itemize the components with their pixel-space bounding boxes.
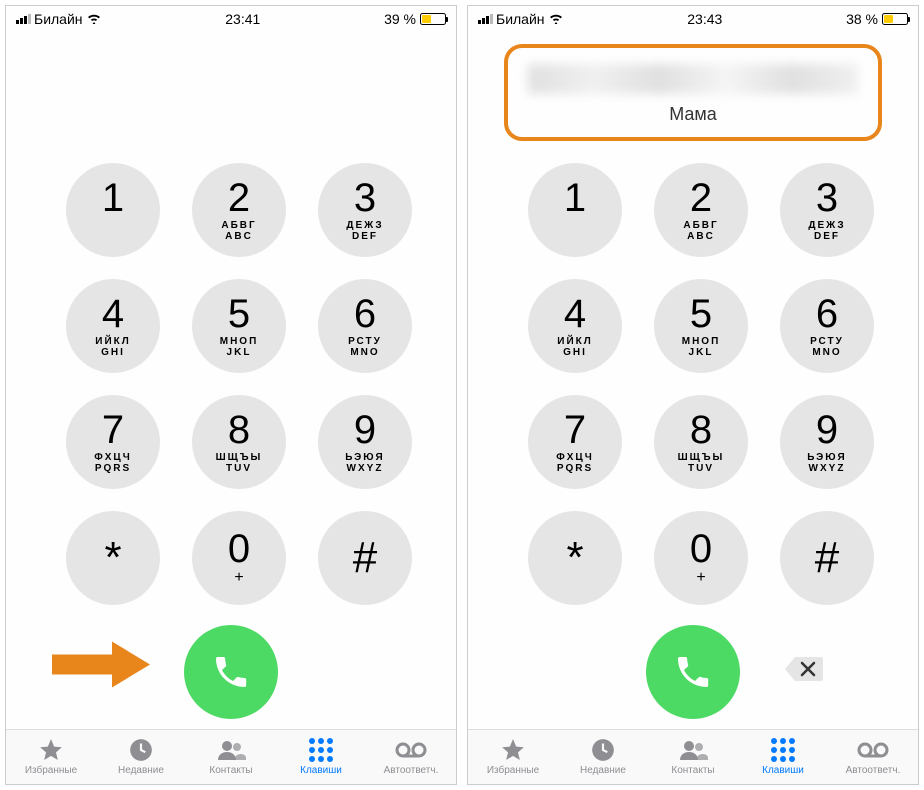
key-5[interactable]: 5МНОПJKL: [654, 279, 748, 373]
key-5[interactable]: 5МНОПJKL: [192, 279, 286, 373]
key-3[interactable]: 3ДЕЖЗDEF: [780, 163, 874, 257]
backspace-button[interactable]: [783, 655, 823, 688]
tab-favorites[interactable]: Избранные: [468, 730, 558, 784]
contacts-icon: [216, 737, 246, 763]
key-4[interactable]: 4ИЙКЛGHI: [66, 279, 160, 373]
key-7[interactable]: 7ФХЦЧPQRS: [66, 395, 160, 489]
key-star[interactable]: *: [528, 511, 622, 605]
key-2[interactable]: 2АБВГABC: [192, 163, 286, 257]
signal-icon: [16, 14, 31, 24]
key-8[interactable]: 8ШЩЪЫTUV: [192, 395, 286, 489]
tab-favorites[interactable]: Избранные: [6, 730, 96, 784]
keypad: 1 2АБВГABC 3ДЕЖЗDEF 4ИЙКЛGHI 5МНОПJKL 6Р…: [6, 163, 456, 605]
key-hash[interactable]: #: [780, 511, 874, 605]
key-4[interactable]: 4ИЙКЛGHI: [528, 279, 622, 373]
key-star[interactable]: *: [66, 511, 160, 605]
tab-voicemail[interactable]: Автоответч.: [366, 730, 456, 784]
keypad: 1 2АБВГABC 3ДЕЖЗDEF 4ИЙКЛGHI 5МНОПJKL 6Р…: [468, 163, 918, 605]
call-button[interactable]: [646, 625, 740, 719]
signal-icon: [478, 14, 493, 24]
tab-contacts[interactable]: Контакты: [648, 730, 738, 784]
key-1[interactable]: 1: [66, 163, 160, 257]
voicemail-icon: [395, 737, 427, 763]
clock-icon: [128, 737, 154, 763]
annotation-arrow: [52, 639, 152, 694]
tab-recents[interactable]: Недавние: [96, 730, 186, 784]
key-6[interactable]: 6РСТУMNO: [780, 279, 874, 373]
phone-screen-right: Билайн 23:43 38 % Мама 1 2АБВГABC 3ДЕЖЗD…: [467, 5, 919, 785]
key-8[interactable]: 8ШЩЪЫTUV: [654, 395, 748, 489]
tab-bar: Избранные Недавние Контакты Клавиши Авто…: [468, 729, 918, 784]
wifi-icon: [86, 11, 102, 27]
clock-icon: [590, 737, 616, 763]
voicemail-icon: [857, 737, 889, 763]
tab-bar: Избранные Недавние Контакты Клавиши Авто…: [6, 729, 456, 784]
number-display: Мама: [468, 32, 918, 153]
annotation-highlight-box: Мама: [504, 44, 881, 141]
key-3[interactable]: 3ДЕЖЗDEF: [318, 163, 412, 257]
star-icon: [38, 737, 64, 763]
tab-keypad[interactable]: Клавиши: [738, 730, 828, 784]
carrier-label: Билайн: [34, 11, 83, 27]
battery-text: 38 %: [846, 11, 878, 27]
tab-keypad[interactable]: Клавиши: [276, 730, 366, 784]
tab-voicemail[interactable]: Автоответч.: [828, 730, 918, 784]
keypad-icon: [771, 737, 795, 763]
clock: 23:41: [225, 11, 260, 27]
key-2[interactable]: 2АБВГABC: [654, 163, 748, 257]
number-display: [6, 32, 456, 153]
call-row: [468, 605, 918, 729]
clock: 23:43: [687, 11, 722, 27]
key-0[interactable]: 0+: [192, 511, 286, 605]
carrier-label: Билайн: [496, 11, 545, 27]
key-9[interactable]: 9ЬЭЮЯWXYZ: [780, 395, 874, 489]
call-row: [6, 605, 456, 729]
dialed-number-blurred: [528, 64, 857, 94]
key-9[interactable]: 9ЬЭЮЯWXYZ: [318, 395, 412, 489]
battery-icon: [882, 13, 908, 25]
key-0[interactable]: 0+: [654, 511, 748, 605]
battery-text: 39 %: [384, 11, 416, 27]
contact-match-label[interactable]: Мама: [518, 104, 867, 125]
key-1[interactable]: 1: [528, 163, 622, 257]
key-hash[interactable]: #: [318, 511, 412, 605]
wifi-icon: [548, 11, 564, 27]
call-button[interactable]: [184, 625, 278, 719]
tab-contacts[interactable]: Контакты: [186, 730, 276, 784]
status-bar: Билайн 23:43 38 %: [468, 6, 918, 32]
tab-recents[interactable]: Недавние: [558, 730, 648, 784]
battery-icon: [420, 13, 446, 25]
star-icon: [500, 737, 526, 763]
keypad-icon: [309, 737, 333, 763]
contacts-icon: [678, 737, 708, 763]
phone-screen-left: Билайн 23:41 39 % 1 2АБВГABC 3ДЕЖЗDEF 4И…: [5, 5, 457, 785]
status-bar: Билайн 23:41 39 %: [6, 6, 456, 32]
key-7[interactable]: 7ФХЦЧPQRS: [528, 395, 622, 489]
key-6[interactable]: 6РСТУMNO: [318, 279, 412, 373]
